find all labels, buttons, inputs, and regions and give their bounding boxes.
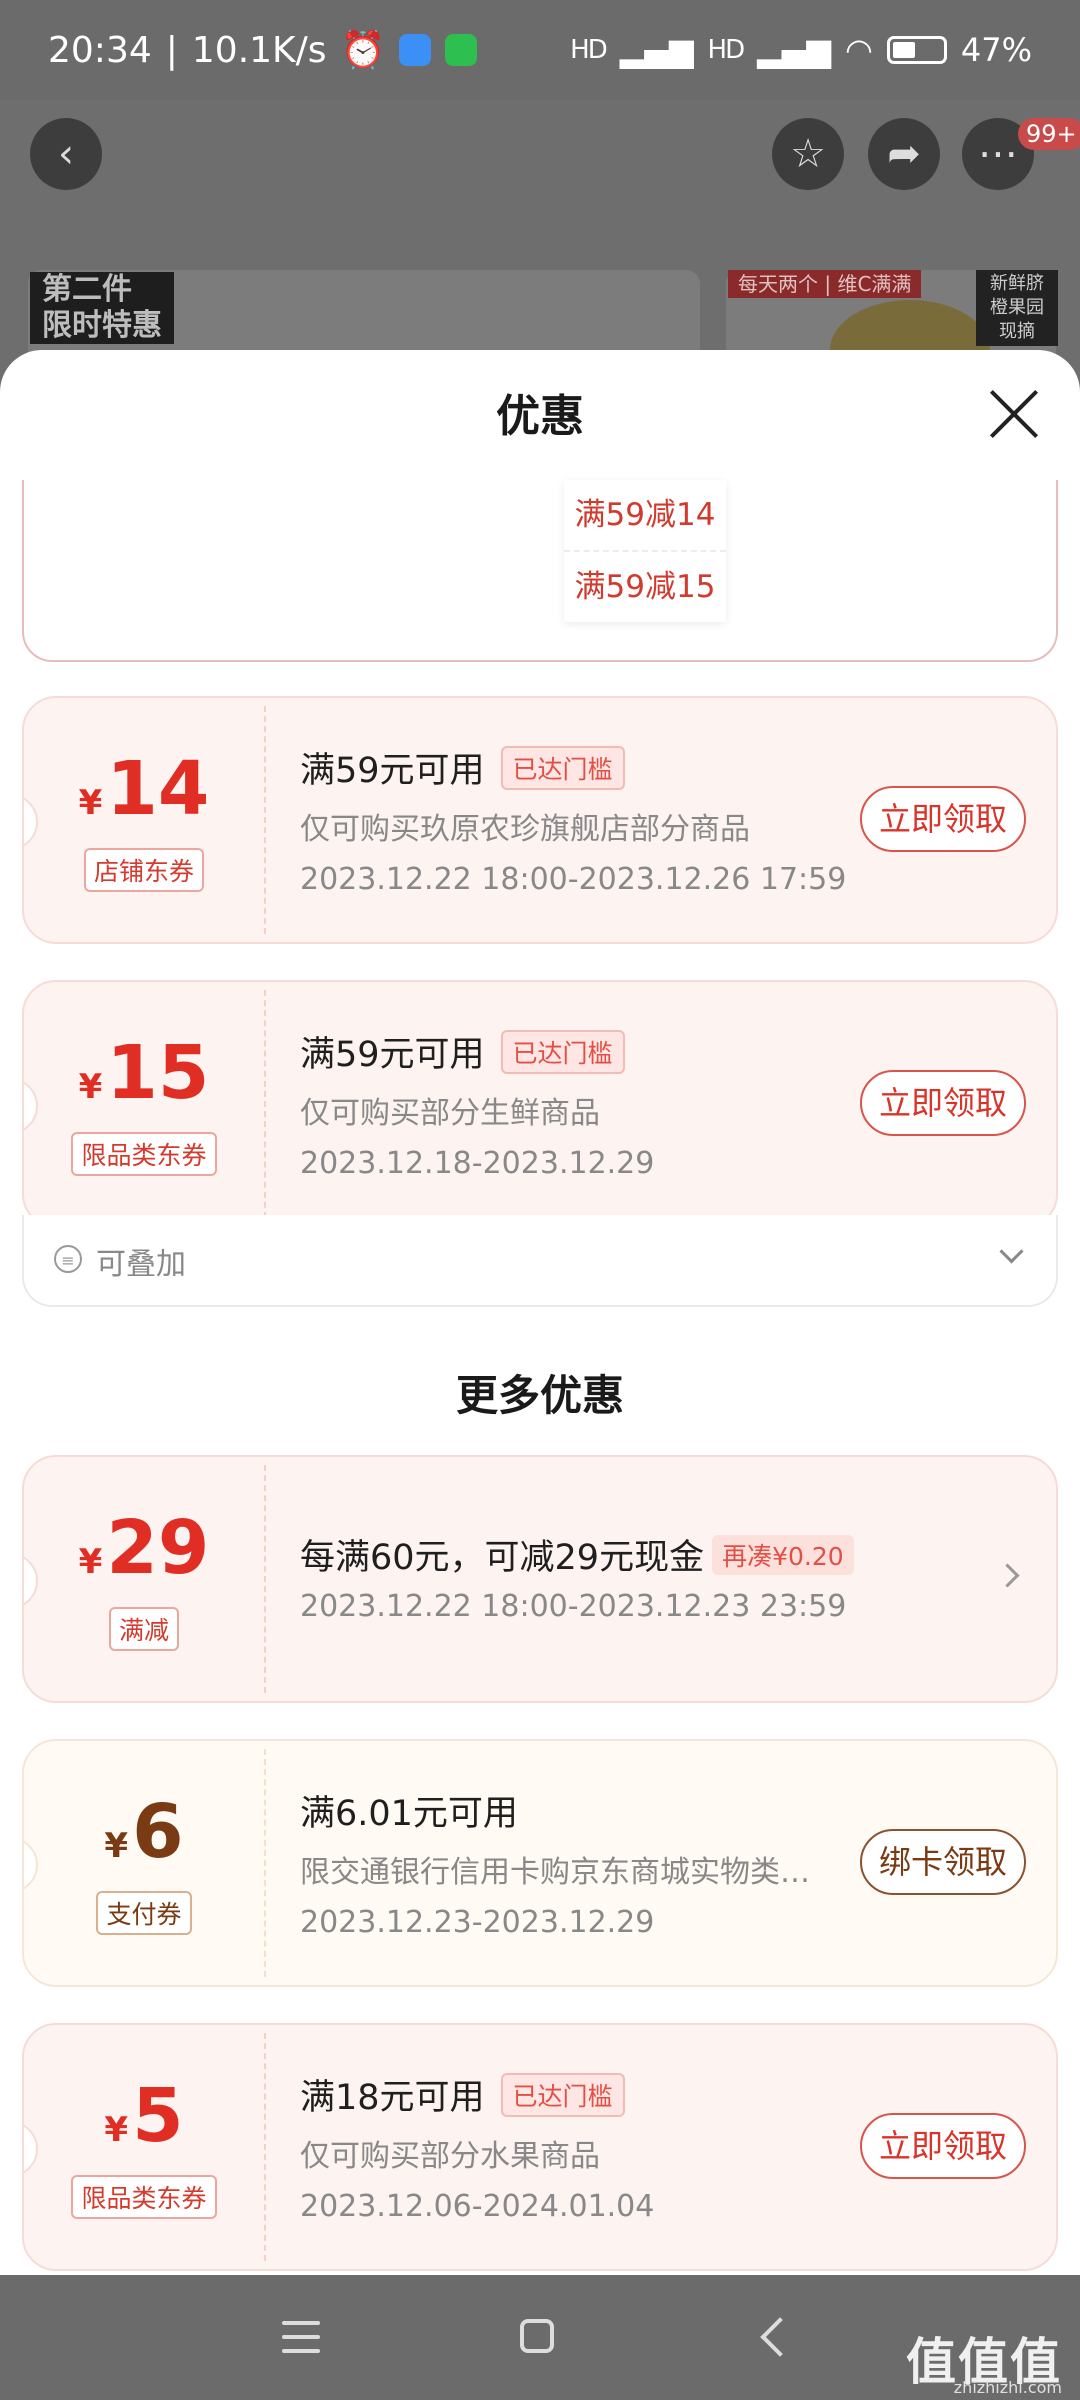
coupon-validity: 2023.12.23-2023.12.29 bbox=[300, 1905, 655, 1940]
coupon-scope: 仅可购买玖原农珍旗舰店部分商品 bbox=[300, 812, 750, 847]
status-bar: 20:34 | 10.1K/s ⏰ HD ▂▄▆ HD ▂▄▆ ◠ 47% bbox=[0, 0, 1080, 100]
cell-signal-2-label: HD bbox=[707, 35, 746, 65]
promotion-rule: 每满60元，可减29元现金 bbox=[300, 1538, 705, 1578]
coupon-amount: ¥6 bbox=[104, 1789, 184, 1875]
watermark-url: zhizhizhi.com bbox=[953, 2378, 1062, 2397]
favorite-button[interactable]: ☆ bbox=[772, 118, 844, 190]
notification-badge: 99+ bbox=[1018, 118, 1080, 150]
dropdown-option[interactable]: 满59减15 bbox=[564, 550, 726, 622]
coupon-validity: 2023.12.22 18:00-2023.12.26 17:59 bbox=[300, 862, 847, 897]
threshold-tag: 已达门槛 bbox=[500, 2072, 625, 2117]
claim-button[interactable]: 立即领取 bbox=[860, 1070, 1026, 1136]
back-button[interactable]: ‹ bbox=[30, 118, 102, 190]
threshold-tag: 已达门槛 bbox=[500, 745, 625, 790]
back-nav-icon[interactable] bbox=[760, 2317, 800, 2357]
coupon-condition: 满59元可用 bbox=[300, 751, 485, 791]
chevron-down-icon bbox=[999, 1239, 1024, 1264]
home-icon[interactable] bbox=[520, 2319, 554, 2353]
coupon-type: 限品类东券 bbox=[71, 2175, 217, 2219]
alarm-icon: ⏰ bbox=[340, 30, 386, 71]
close-icon[interactable] bbox=[986, 386, 1042, 442]
tier-dropdown: 满59减14 满59减15 bbox=[564, 480, 726, 622]
claim-button[interactable]: 立即领取 bbox=[860, 786, 1026, 852]
fresh-tag: 新鲜脐橙果园现摘 bbox=[976, 270, 1058, 346]
share-button[interactable]: ➦ bbox=[868, 118, 940, 190]
threshold-tag: 已达门槛 bbox=[500, 1029, 625, 1074]
tier-selector-box bbox=[22, 480, 1058, 662]
stackable-label: 可叠加 bbox=[96, 1247, 186, 1282]
chevron-right-icon bbox=[995, 1563, 1020, 1588]
cell-signal-icon: ▂▄▆ bbox=[619, 31, 694, 69]
stack-icon: ≡ bbox=[54, 1245, 82, 1273]
chevron-left-icon: ‹ bbox=[58, 131, 74, 177]
coupon-scope: 限交通银行信用卡购京东商城实物类… bbox=[300, 1855, 810, 1890]
promo-tag: 第二件 限时特惠 bbox=[30, 272, 174, 344]
messenger-app-icon bbox=[399, 34, 432, 66]
coupon-condition: 满18元可用 bbox=[300, 2078, 485, 2118]
coupon-card: ¥5 限品类东券 满18元可用 已达门槛 仅可购买部分水果商品 2023.12.… bbox=[22, 2023, 1058, 2271]
battery-icon bbox=[886, 36, 947, 64]
coupon-validity: 2023.12.22 18:00-2023.12.23 23:59 bbox=[300, 1589, 847, 1624]
battery-percent: 47% bbox=[960, 31, 1032, 69]
coupon-condition: 满6.01元可用 bbox=[300, 1794, 518, 1834]
vitamin-tag: 每天两个 | 维C满满 bbox=[728, 270, 922, 298]
coupon-card: ¥6 支付券 满6.01元可用 限交通银行信用卡购京东商城实物类… 2023.1… bbox=[22, 1739, 1058, 1987]
coupon-amount: ¥14 bbox=[78, 746, 210, 832]
promotion-card[interactable]: ¥29 满减 每满60元，可减29元现金 再凑¥0.20 2023.12.22 … bbox=[22, 1455, 1058, 1703]
coupon-validity: 2023.12.18-2023.12.29 bbox=[300, 1146, 655, 1181]
cell-signal-icon: ▂▄▆ bbox=[757, 31, 831, 69]
share-icon: ➦ bbox=[887, 131, 921, 177]
coupon-type: 支付券 bbox=[96, 1891, 192, 1935]
coupon-card: ¥15 限品类东券 满59元可用 已达门槛 仅可购买部分生鲜商品 2023.12… bbox=[22, 980, 1058, 1228]
gap-tag: 再凑¥0.20 bbox=[712, 1534, 854, 1575]
stackable-toggle[interactable]: ≡ 可叠加 bbox=[22, 1215, 1058, 1307]
cell-signal-1-label: HD bbox=[570, 35, 608, 65]
claim-button[interactable]: 立即领取 bbox=[860, 2113, 1026, 2179]
coupon-card: ¥14 店铺东券 满59元可用 已达门槛 仅可购买玖原农珍旗舰店部分商品 202… bbox=[22, 696, 1058, 944]
coupon-amount: ¥29 bbox=[78, 1505, 210, 1591]
more-discounts-title: 更多优惠 bbox=[455, 1371, 624, 1420]
coupon-type: 店铺东券 bbox=[83, 848, 204, 892]
coupon-amount: ¥15 bbox=[78, 1030, 210, 1116]
coupon-type: 限品类东券 bbox=[71, 1132, 217, 1176]
discount-sheet: 优惠 满59减14 满59减15 ¥14 店铺东券 满59元可用 已达门槛 仅可… bbox=[0, 350, 1080, 2275]
sheet-title: 优惠 bbox=[496, 391, 584, 442]
coupon-scope: 仅可购买部分水果商品 bbox=[300, 2139, 600, 2174]
coupon-type: 满减 bbox=[108, 1607, 179, 1651]
coupon-condition: 满59元可用 bbox=[300, 1035, 485, 1075]
star-icon: ☆ bbox=[790, 131, 826, 177]
bind-card-button[interactable]: 绑卡领取 bbox=[860, 1829, 1026, 1895]
coupon-scope: 仅可购买部分生鲜商品 bbox=[300, 1096, 600, 1131]
dropdown-option[interactable]: 满59减14 bbox=[564, 480, 726, 550]
network-speed: 10.1K/s bbox=[191, 29, 327, 71]
more-dots-icon: ⋯ bbox=[978, 131, 1018, 177]
coupon-validity: 2023.12.06-2024.01.04 bbox=[300, 2189, 655, 2224]
clock: 20:34 bbox=[48, 29, 152, 71]
recents-icon[interactable] bbox=[282, 2321, 320, 2355]
wifi-icon: ◠ bbox=[844, 31, 873, 69]
coupon-amount: ¥5 bbox=[104, 2073, 184, 2159]
wechat-icon bbox=[445, 34, 478, 66]
